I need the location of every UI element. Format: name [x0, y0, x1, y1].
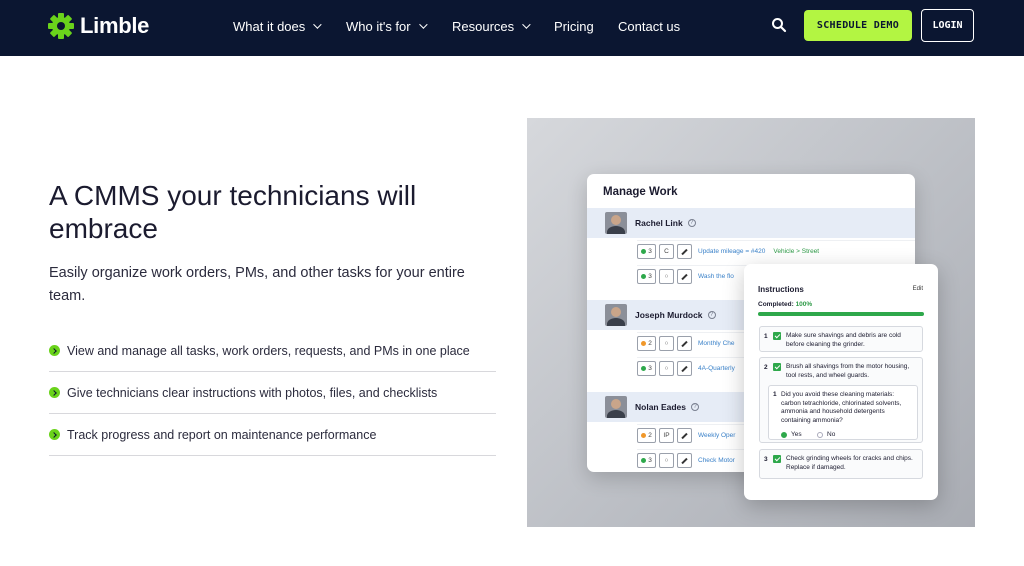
schedule-demo-button[interactable]: SCHEDULE DEMO — [804, 10, 912, 41]
feature-item: Track progress and report on maintenance… — [49, 414, 496, 456]
feature-list: View and manage all tasks, work orders, … — [49, 330, 496, 456]
avatar — [605, 396, 627, 418]
wrench-icon — [677, 336, 692, 351]
wrench-icon — [677, 428, 692, 443]
nav-pricing[interactable]: Pricing — [554, 19, 618, 34]
nav-contact-us[interactable]: Contact us — [618, 19, 680, 34]
instruction-step: 3 Check grinding wheels for cracks and c… — [759, 449, 923, 479]
task-type-badge: C — [659, 244, 674, 259]
checkbox-checked-icon[interactable] — [773, 455, 781, 463]
feature-item: Give technicians clear instructions with… — [49, 372, 496, 414]
status-badge: 3 — [637, 269, 656, 284]
radio-no[interactable]: No — [817, 431, 835, 438]
completed-label: Completed: 100% — [758, 301, 813, 308]
arrow-right-icon — [49, 387, 60, 398]
status-badge: 2 — [637, 428, 656, 443]
chevron-down-icon — [522, 20, 531, 29]
help-icon: ? — [691, 403, 700, 411]
search-icon[interactable] — [771, 17, 787, 33]
nav-who-its-for[interactable]: Who it's for — [346, 19, 452, 34]
task-type-badge: ○ — [659, 336, 674, 351]
wrench-icon — [677, 269, 692, 284]
feature-item: View and manage all tasks, work orders, … — [49, 330, 496, 372]
person-row: Rachel Link ? — [587, 208, 915, 238]
login-button[interactable]: LOGIN — [921, 9, 974, 42]
top-nav: Limble What it does Who it's for Resourc… — [0, 0, 1024, 56]
help-icon: ? — [707, 311, 716, 319]
radio-yes[interactable]: Yes — [781, 431, 802, 438]
task-type-badge: ○ — [659, 269, 674, 284]
status-badge: 3 — [637, 453, 656, 468]
status-badge: 3 — [637, 361, 656, 376]
hero-subheading: Easily organize work orders, PMs, and ot… — [49, 265, 465, 304]
avatar — [605, 304, 627, 326]
progress-bar — [758, 312, 924, 316]
nav-resources[interactable]: Resources — [452, 19, 554, 34]
gear-logo-icon — [48, 13, 74, 39]
chevron-down-icon — [313, 20, 322, 29]
wrench-icon — [677, 244, 692, 259]
logo-text: Limble — [80, 13, 150, 38]
task-type-badge: ○ — [659, 453, 674, 468]
sub-question: 1 Did you avoid these cleaning materials… — [768, 385, 918, 440]
chevron-down-icon — [418, 20, 428, 29]
checkbox-checked-icon[interactable] — [773, 363, 781, 371]
logo[interactable]: Limble — [48, 12, 149, 40]
product-mockup: Manage Work Rachel Link ? 3 C Update mil… — [527, 118, 975, 527]
instructions-title: Instructions — [758, 285, 804, 294]
instruction-step: 2 Brush all shavings from the motor hous… — [759, 357, 923, 443]
status-badge: 3 — [637, 244, 656, 259]
arrow-right-icon — [49, 345, 60, 356]
edit-link[interactable]: Edit — [913, 286, 923, 292]
hero-headline: A CMMS your technicians will embrace — [49, 180, 417, 244]
status-badge: 2 — [637, 336, 656, 351]
arrow-right-icon — [49, 429, 60, 440]
checkbox-checked-icon[interactable] — [773, 332, 781, 340]
instruction-step: 1 Make sure shavings and debris are cold… — [759, 326, 923, 352]
wrench-icon — [677, 361, 692, 376]
task-type-badge: ○ — [659, 361, 674, 376]
instructions-card: Instructions Edit Completed: 100% 1 Make… — [744, 264, 938, 500]
task-row[interactable]: 3 C Update mileage = #420 Vehicle > Stre… — [637, 240, 915, 262]
nav-links: What it does Who it's for Resources Pric… — [233, 0, 680, 52]
wrench-icon — [677, 453, 692, 468]
progress-fill — [758, 312, 924, 316]
avatar — [605, 212, 627, 234]
task-type-badge: IP — [659, 428, 674, 443]
manage-work-title: Manage Work — [603, 186, 678, 198]
nav-what-it-does[interactable]: What it does — [233, 19, 346, 34]
help-icon: ? — [687, 219, 696, 227]
